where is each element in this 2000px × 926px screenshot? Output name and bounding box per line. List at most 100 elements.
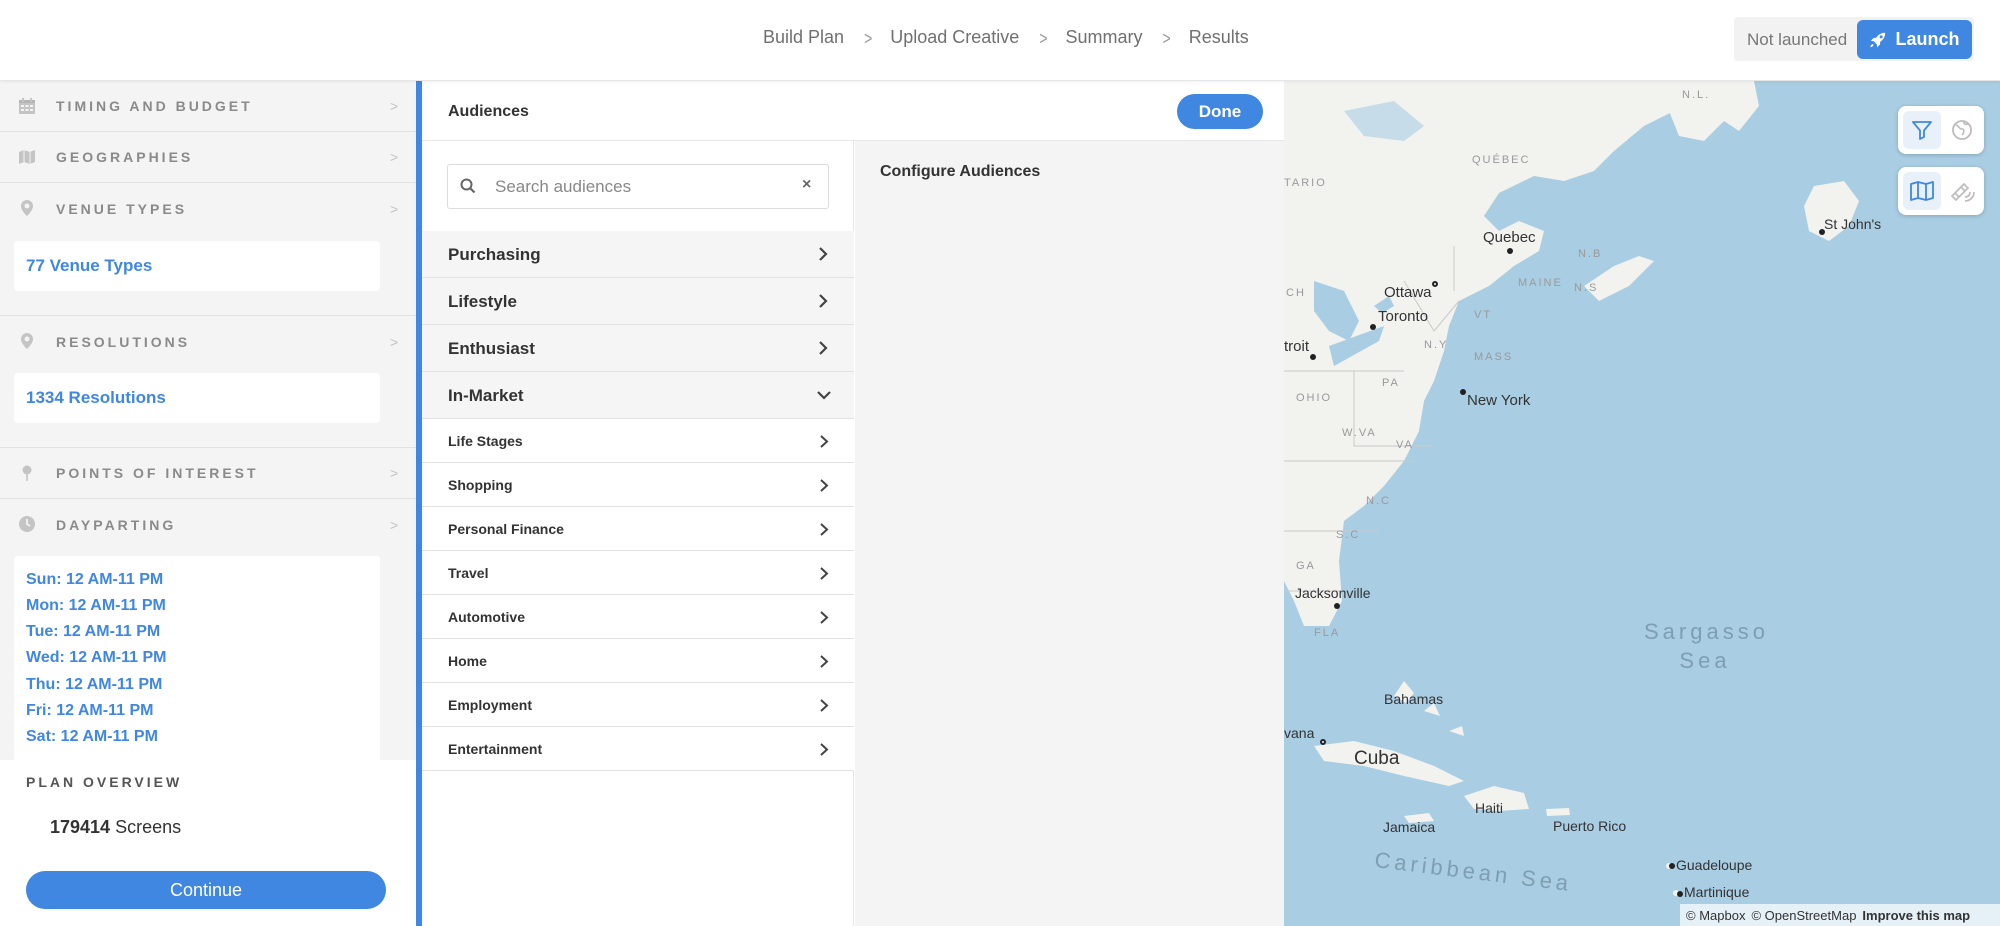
category-in-market[interactable]: In-Market <box>422 372 854 419</box>
launch-label: Launch <box>1895 29 1960 49</box>
section-geographies[interactable]: GEOGRAPHIES > <box>0 132 416 183</box>
venue-types-link[interactable]: 77 Venue Types <box>26 256 152 276</box>
city-label: Bahamas <box>1384 691 1444 707</box>
chevron-right-icon: > <box>390 98 399 114</box>
clock-icon <box>19 516 35 532</box>
in-market-travel[interactable]: Travel <box>422 551 854 595</box>
dayparting-sat[interactable]: Sat: 12 AM-11 PM <box>26 728 158 746</box>
section-title: RESOLUTIONS <box>56 333 191 350</box>
dayparting-thu[interactable]: Thu: 12 AM-11 PM <box>26 676 162 694</box>
category-enthusiast[interactable]: Enthusiast <box>422 325 854 372</box>
section-dayparting[interactable]: DAYPARTING > <box>0 499 416 550</box>
map-style-toggle[interactable] <box>1903 172 1941 210</box>
city-label: vana <box>1284 725 1315 741</box>
section-title: POINTS OF INTEREST <box>56 465 259 481</box>
region-label: TARIO <box>1284 177 1327 189</box>
region-label: N.C <box>1366 495 1391 507</box>
step-results[interactable]: Results <box>1189 27 1249 48</box>
map-style-controls <box>1898 167 1984 215</box>
audiences-title: Audiences <box>448 103 529 120</box>
resolutions-link[interactable]: 1334 Resolutions <box>26 388 166 408</box>
globe-toggle[interactable] <box>1943 111 1981 149</box>
region-label: CH <box>1286 287 1306 299</box>
region-label: N.Y <box>1424 339 1449 351</box>
osm-attribution-link[interactable]: © OpenStreetMap <box>1751 908 1856 923</box>
subcategory-label: Personal Finance <box>448 521 564 537</box>
done-button[interactable]: Done <box>1177 94 1263 129</box>
capital-marker <box>1320 739 1326 745</box>
subcategory-label: Employment <box>448 697 533 713</box>
chevron-right-icon: > <box>1039 27 1048 48</box>
map-attribution: © Mapbox © OpenStreetMap Improve this ma… <box>1680 904 2000 926</box>
chevron-right-icon <box>819 294 828 308</box>
region-label: MASS <box>1474 351 1514 363</box>
in-market-personal-finance[interactable]: Personal Finance <box>422 507 854 551</box>
map-land <box>1284 81 1859 896</box>
dayparting-mon[interactable]: Mon: 12 AM-11 PM <box>26 597 166 615</box>
clear-search-icon[interactable]: × <box>802 176 811 194</box>
step-summary[interactable]: Summary <box>1066 27 1143 48</box>
filter-toggle[interactable] <box>1903 111 1941 149</box>
plan-overview-title: PLAN OVERVIEW <box>26 774 183 790</box>
continue-button[interactable]: Continue <box>26 871 386 909</box>
dayparting-sun[interactable]: Sun: 12 AM-11 PM <box>26 571 163 589</box>
map-view[interactable]: N.L. QUÉBEC TARIO N.B MAINE N.S VT N.Y M… <box>1284 81 2000 926</box>
in-market-automotive[interactable]: Automotive <box>422 595 854 639</box>
region-label: VT <box>1474 309 1493 321</box>
map-icon <box>19 150 35 164</box>
satellite-icon <box>1950 182 1975 202</box>
section-title: GEOGRAPHIES <box>56 149 194 165</box>
dayparting-tue[interactable]: Tue: 12 AM-11 PM <box>26 623 160 641</box>
section-resolutions[interactable]: RESOLUTIONS > <box>0 316 416 367</box>
search-input[interactable] <box>495 176 795 198</box>
section-points-of-interest[interactable]: POINTS OF INTEREST > <box>0 448 416 499</box>
city-marker <box>1310 354 1316 360</box>
region-label: S.C <box>1336 529 1361 541</box>
city-label: Martinique <box>1684 884 1750 900</box>
in-market-employment[interactable]: Employment <box>422 683 854 727</box>
region-label: FLA <box>1314 627 1341 639</box>
configure-audiences-panel <box>855 141 1284 926</box>
subcategory-label: Entertainment <box>448 741 543 757</box>
dayparting-fri[interactable]: Fri: 12 AM-11 PM <box>26 702 153 720</box>
in-market-shopping[interactable]: Shopping <box>422 463 854 507</box>
chevron-right-icon <box>820 567 829 580</box>
filter-icon <box>1912 121 1932 140</box>
chevron-right-icon <box>820 435 829 448</box>
in-market-entertainment[interactable]: Entertainment <box>422 727 854 771</box>
step-upload-creative[interactable]: Upload Creative <box>890 27 1019 48</box>
improve-map-link[interactable]: Improve this map <box>1862 908 1970 923</box>
launch-button[interactable]: Launch <box>1857 20 1972 59</box>
launch-status: Not launched <box>1747 30 1848 49</box>
city-label: Puerto Rico <box>1553 818 1627 834</box>
section-venue-types[interactable]: VENUE TYPES > <box>0 183 416 234</box>
subcategory-label: Travel <box>448 565 489 581</box>
chevron-right-icon <box>820 699 829 712</box>
screens-number: 179414 <box>50 817 111 837</box>
city-label: troit <box>1284 338 1310 355</box>
city-marker <box>1334 603 1340 609</box>
city-label: Toronto <box>1378 308 1429 325</box>
subcategory-label: Life Stages <box>448 433 523 449</box>
map-pin-icon <box>21 333 33 349</box>
chevron-right-icon <box>820 523 829 536</box>
resolutions-card: 1334 Resolutions <box>14 373 380 423</box>
in-market-home[interactable]: Home <box>422 639 854 683</box>
city-label: St John's <box>1824 216 1882 232</box>
chevron-right-icon <box>820 611 829 624</box>
in-market-life-stages[interactable]: Life Stages <box>422 419 854 463</box>
city-label: Cuba <box>1354 748 1400 769</box>
dayparting-card: Sun: 12 AM-11 PM Mon: 12 AM-11 PM Tue: 1… <box>14 556 380 760</box>
category-purchasing[interactable]: Purchasing <box>422 231 854 278</box>
mapbox-attribution-link[interactable]: © Mapbox <box>1686 908 1745 923</box>
step-build-plan[interactable]: Build Plan <box>763 27 844 48</box>
chevron-right-icon: > <box>390 465 399 481</box>
section-timing-budget[interactable]: TIMING AND BUDGET > <box>0 81 416 132</box>
calendar-icon <box>19 98 35 114</box>
category-label: Purchasing <box>448 245 541 264</box>
chevron-right-icon: > <box>864 27 873 48</box>
category-lifestyle[interactable]: Lifestyle <box>422 278 854 325</box>
dayparting-wed[interactable]: Wed: 12 AM-11 PM <box>26 649 166 667</box>
satellite-toggle[interactable] <box>1943 172 1981 210</box>
region-label: QUÉBEC <box>1472 154 1531 166</box>
